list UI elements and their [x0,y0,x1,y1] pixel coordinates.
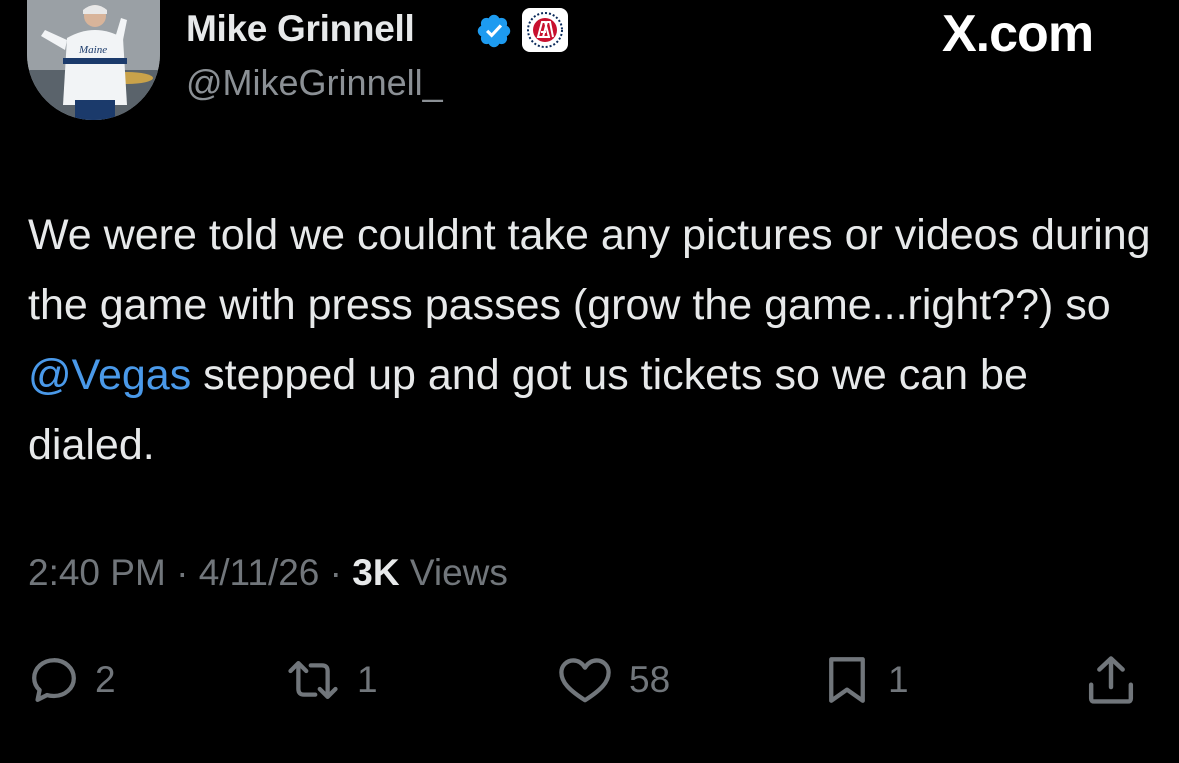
heart-icon [559,658,611,703]
x-com-logo: X.com [942,5,1094,63]
like-count: 58 [629,659,671,700]
tweet-time[interactable]: 2:40 PM [28,552,166,593]
avatar[interactable]: Maine [27,0,160,120]
meta-separator: · [319,552,353,593]
tweet-text-start: We were told we couldnt take any picture… [28,211,1151,329]
share-icon [1088,656,1134,704]
tweet-date[interactable]: 4/11/26 [199,552,320,593]
action-bar: 2 1 58 1 [0,645,1179,715]
meta-separator: · [165,552,199,593]
avatar-photo: Maine [27,0,160,120]
repost-icon [288,660,338,700]
reply-button[interactable]: 2 [27,645,116,715]
bookmark-icon [829,657,865,703]
author-handle[interactable]: @MikeGrinnell_ [186,62,443,104]
reply-icon [32,658,76,702]
verified-badge-icon[interactable] [475,12,513,50]
repost-button[interactable]: 1 [283,645,378,715]
views-label: Views [399,552,508,593]
barstool-badge-icon[interactable] [522,8,568,52]
repost-count: 1 [357,659,378,700]
like-button[interactable]: 58 [555,645,670,715]
bookmark-button[interactable]: 1 [820,645,909,715]
reply-count: 2 [95,659,116,700]
display-name[interactable]: Mike Grinnell [186,8,415,50]
tweet-metadata: 2:40 PM · 4/11/26 · 3K Views [28,552,508,594]
avatar-jersey-text: Maine [78,44,107,56]
tweet-text: We were told we couldnt take any picture… [28,200,1153,480]
share-button[interactable] [1083,645,1139,715]
bookmark-count: 1 [888,659,909,700]
mention-link[interactable]: @Vegas [28,351,191,399]
views-count: 3K [352,552,400,593]
